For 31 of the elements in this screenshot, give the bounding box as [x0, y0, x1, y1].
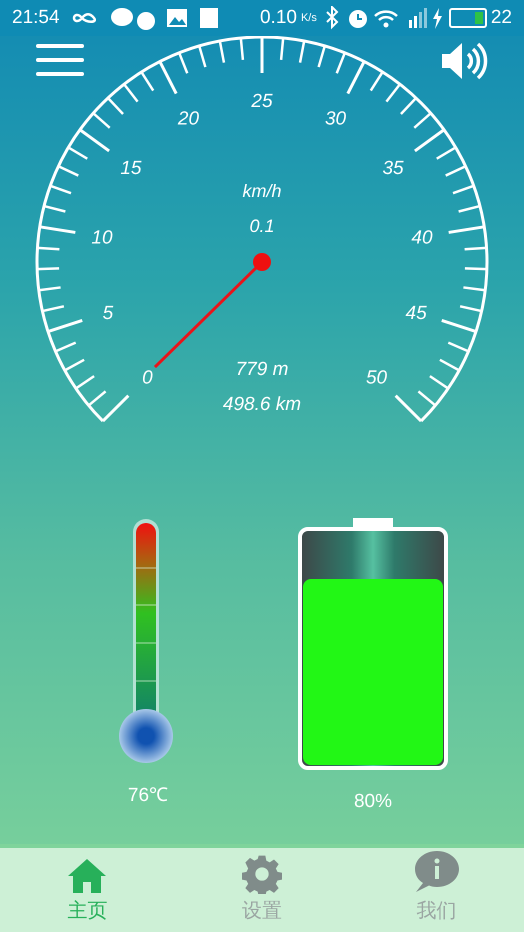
battery-status-icon: [448, 8, 487, 28]
scale-label: 35: [382, 158, 404, 179]
speed-value: 0.1: [249, 216, 275, 236]
altitude-text: 779 m: [236, 359, 288, 380]
network-speed-unit: K/s: [300, 10, 317, 26]
distance-text: 498.6 km: [222, 394, 302, 415]
scale-label: 40: [411, 228, 433, 249]
tab[interactable]: 我们: [349, 848, 524, 932]
scale-label: 25: [251, 91, 273, 112]
battery-percentage: 22: [490, 6, 512, 30]
info-icon: [412, 850, 461, 894]
battery-reading: 80%: [354, 790, 392, 814]
speaker-icon: [440, 40, 490, 82]
menu-button[interactable]: [36, 42, 84, 78]
tab[interactable]: 设置: [174, 848, 350, 932]
scale-label: 30: [324, 108, 346, 130]
temperature-reading: 76℃: [128, 784, 168, 808]
speed-unit: km/h: [242, 181, 282, 201]
network-speed: 0.10: [260, 6, 297, 30]
scale-label: 45: [406, 303, 427, 324]
scale-label: 20: [178, 108, 200, 130]
scale-label: 50: [366, 368, 388, 389]
status-time: 21:54: [12, 6, 60, 30]
home-icon: [67, 858, 108, 894]
settings-icon: [242, 854, 282, 894]
scale-label: 0: [142, 368, 153, 389]
scale-label: 10: [91, 228, 113, 249]
tab[interactable]: 主页: [0, 848, 175, 932]
scale-label: 15: [120, 158, 142, 179]
speaker-button[interactable]: [440, 40, 490, 82]
scale-label: 5: [102, 303, 114, 324]
